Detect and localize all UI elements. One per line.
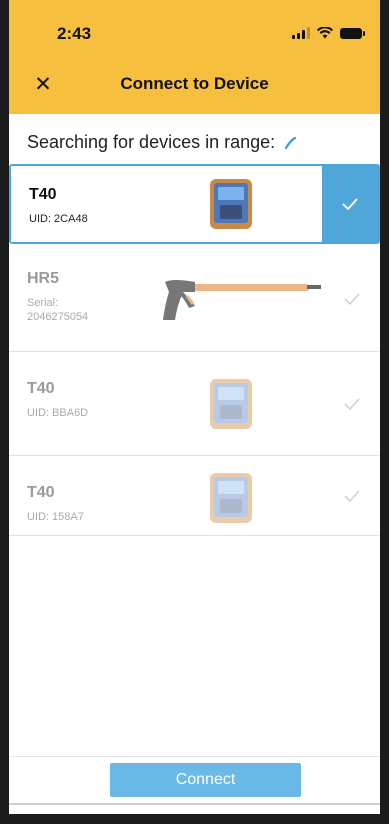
device-name: T40 [27, 380, 55, 397]
phone-screen: 2:43 ✕ Connect to Device Searching for d… [0, 0, 389, 824]
device-name: HR5 [27, 270, 60, 287]
status-icons [292, 27, 365, 39]
hr5-device-image [163, 280, 321, 320]
device-select-indicator[interactable] [324, 456, 380, 535]
device-uid: UID: BBA6D [27, 407, 89, 419]
device-select-indicator[interactable] [324, 352, 380, 455]
footer-divider [9, 756, 380, 757]
bottom-divider [9, 803, 380, 805]
device-row[interactable]: T40 UID: BBA6D [9, 352, 380, 456]
t40-device-image [210, 179, 252, 229]
device-uid: UID: 2CA48 [29, 213, 88, 225]
page-title: Connect to Device [120, 74, 269, 93]
nav-bar: ✕ Connect to Device [9, 62, 380, 106]
wifi-icon [317, 27, 333, 39]
app-header: 2:43 ✕ Connect to Device [9, 0, 380, 114]
searching-label: Searching for devices in range: [27, 132, 276, 152]
cellular-signal-icon [292, 27, 310, 39]
connect-button[interactable]: Connect [110, 763, 301, 797]
device-select-indicator[interactable] [324, 246, 380, 351]
check-icon [344, 397, 360, 410]
check-icon [342, 198, 358, 210]
battery-icon [340, 27, 365, 39]
t40-device-image [210, 379, 252, 429]
device-row[interactable]: HR5 Serial: 2046275054 [9, 246, 380, 352]
device-row[interactable]: T40 UID: 2CA48 [9, 164, 380, 244]
device-serial: Serial: 2046275054 [27, 297, 89, 323]
status-time: 2:43 [57, 24, 92, 43]
device-row[interactable]: T40 UID: 158A7 [9, 456, 380, 536]
check-icon [344, 292, 360, 305]
device-name: T40 [27, 484, 55, 501]
t40-device-image [210, 473, 252, 523]
searching-status: Searching for devices in range: [27, 132, 297, 153]
check-icon [344, 489, 360, 502]
device-select-indicator[interactable] [322, 166, 378, 242]
device-name: T40 [29, 186, 57, 203]
spinner-icon [285, 136, 297, 149]
status-bar: 2:43 [9, 0, 380, 52]
device-list: T40 UID: 2CA48 HR5 Serial: 2046275054 T4… [9, 164, 380, 536]
device-uid: UID: 158A7 [27, 511, 84, 523]
